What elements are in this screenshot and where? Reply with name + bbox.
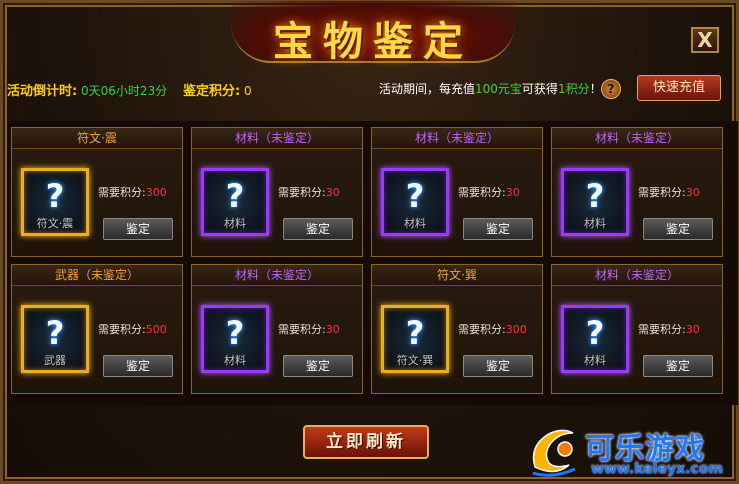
card-title: 材料（未鉴定）	[192, 265, 362, 286]
item-card: 材料（未鉴定）? 材料 需要积分:30 鉴定	[191, 127, 363, 257]
required-points-value: 500	[145, 323, 167, 336]
card-title: 材料（未鉴定）	[552, 128, 722, 149]
required-points-value: 30	[325, 323, 340, 336]
countdown-label: 活动倒计时:	[7, 84, 78, 99]
slot-label: 材料	[584, 217, 606, 230]
required-points-label: 需要积分:	[98, 186, 146, 199]
points-label: 鉴定积分:	[183, 84, 241, 99]
required-points: 需要积分:30	[638, 321, 700, 337]
countdown-row: 活动倒计时: 0天06小时23分	[7, 80, 167, 99]
required-points: 需要积分:500	[98, 321, 167, 337]
identify-button[interactable]: 鉴定	[283, 355, 353, 377]
item-card: 材料（未鉴定）? 材料 需要积分:30 鉴定	[191, 264, 363, 394]
slot-label: 武器	[44, 354, 66, 367]
card-title: 武器（未鉴定）	[12, 265, 182, 286]
close-button[interactable]: X	[691, 27, 719, 53]
slot-label: 符文·震	[36, 217, 74, 230]
refresh-now-button[interactable]: 立即刷新	[303, 425, 429, 459]
promo-prefix: 活动期间，每充值	[379, 82, 476, 96]
unknown-item-icon: ?	[225, 314, 245, 352]
item-slot[interactable]: ? 材料	[561, 305, 629, 373]
question-icon[interactable]: ?	[601, 79, 621, 99]
item-slot[interactable]: ? 材料	[561, 168, 629, 236]
dialog-frame: 宝物鉴定 X 活动倒计时: 0天06小时23分 鉴定积分: 0 活动期间，每充值…	[0, 0, 739, 484]
required-points-label: 需要积分:	[458, 186, 506, 199]
promo-amount: 100元宝	[475, 82, 522, 96]
unknown-item-icon: ?	[45, 177, 65, 215]
promo-suffix: ！	[589, 82, 602, 96]
identify-button[interactable]: 鉴定	[283, 218, 353, 240]
slot-label: 材料	[584, 354, 606, 367]
identify-button[interactable]: 鉴定	[643, 218, 713, 240]
unknown-item-icon: ?	[405, 177, 425, 215]
identify-button[interactable]: 鉴定	[463, 355, 533, 377]
required-points-value: 30	[685, 186, 700, 199]
required-points: 需要积分:30	[458, 184, 520, 200]
identify-button[interactable]: 鉴定	[463, 218, 533, 240]
required-points-label: 需要积分:	[458, 323, 506, 336]
item-slot[interactable]: ? 材料	[201, 168, 269, 236]
promo-text: 活动期间，每充值100元宝可获得1积分！	[379, 80, 602, 97]
required-points: 需要积分:30	[278, 321, 340, 337]
item-card: 符文·巽? 符文·巽 需要积分:300 鉴定	[371, 264, 543, 394]
slot-label: 符文·巽	[396, 354, 434, 367]
item-slot[interactable]: ? 材料	[381, 168, 449, 236]
card-title: 材料（未鉴定）	[372, 128, 542, 149]
required-points: 需要积分:300	[458, 321, 527, 337]
identify-button[interactable]: 鉴定	[103, 355, 173, 377]
required-points-label: 需要积分:	[638, 323, 686, 336]
required-points-label: 需要积分:	[278, 323, 326, 336]
item-slot[interactable]: ? 符文·巽	[381, 305, 449, 373]
item-slot[interactable]: ? 武器	[21, 305, 89, 373]
promo-middle: 可获得	[521, 82, 558, 96]
unknown-item-icon: ?	[585, 177, 605, 215]
required-points-label: 需要积分:	[278, 186, 326, 199]
identify-button[interactable]: 鉴定	[643, 355, 713, 377]
card-title: 材料（未鉴定）	[192, 128, 362, 149]
required-points: 需要积分:30	[638, 184, 700, 200]
slot-label: 材料	[224, 354, 246, 367]
watermark-url: www.keleyx.com	[591, 461, 723, 477]
item-card: 符文·震? 符文·震 需要积分:300 鉴定	[11, 127, 183, 257]
item-card: 材料（未鉴定）? 材料 需要积分:30 鉴定	[551, 264, 723, 394]
points-row: 鉴定积分: 0	[183, 80, 252, 99]
slot-label: 材料	[404, 217, 426, 230]
required-points-label: 需要积分:	[638, 186, 686, 199]
required-points-value: 300	[145, 186, 167, 199]
unknown-item-icon: ?	[225, 177, 245, 215]
required-points-value: 30	[505, 186, 520, 199]
item-slot[interactable]: ? 材料	[201, 305, 269, 373]
site-watermark: 可乐游戏 www.keleyx.com	[525, 421, 739, 483]
required-points: 需要积分:300	[98, 184, 167, 200]
item-card: 材料（未鉴定）? 材料 需要积分:30 鉴定	[551, 127, 723, 257]
item-slot[interactable]: ? 符文·震	[21, 168, 89, 236]
dialog-title: 宝物鉴定	[273, 18, 473, 65]
card-title: 符文·巽	[372, 265, 542, 286]
unknown-item-icon: ?	[585, 314, 605, 352]
points-value: 0	[244, 84, 252, 98]
item-card: 材料（未鉴定）? 材料 需要积分:30 鉴定	[371, 127, 543, 257]
required-points-value: 30	[685, 323, 700, 336]
slot-label: 材料	[224, 217, 246, 230]
required-points-value: 300	[505, 323, 527, 336]
promo-points: 1积分	[557, 82, 590, 96]
card-title: 材料（未鉴定）	[552, 265, 722, 286]
unknown-item-icon: ?	[405, 314, 425, 352]
required-points-label: 需要积分:	[98, 323, 146, 336]
required-points: 需要积分:30	[278, 184, 340, 200]
required-points-value: 30	[325, 186, 340, 199]
card-title: 符文·震	[12, 128, 182, 149]
item-card: 武器（未鉴定）? 武器 需要积分:500 鉴定	[11, 264, 183, 394]
identify-button[interactable]: 鉴定	[103, 218, 173, 240]
watermark-logo-icon	[532, 429, 576, 477]
countdown-value: 0天06小时23分	[81, 84, 168, 98]
unknown-item-icon: ?	[45, 314, 65, 352]
quick-recharge-button[interactable]: 快速充值	[637, 75, 721, 101]
